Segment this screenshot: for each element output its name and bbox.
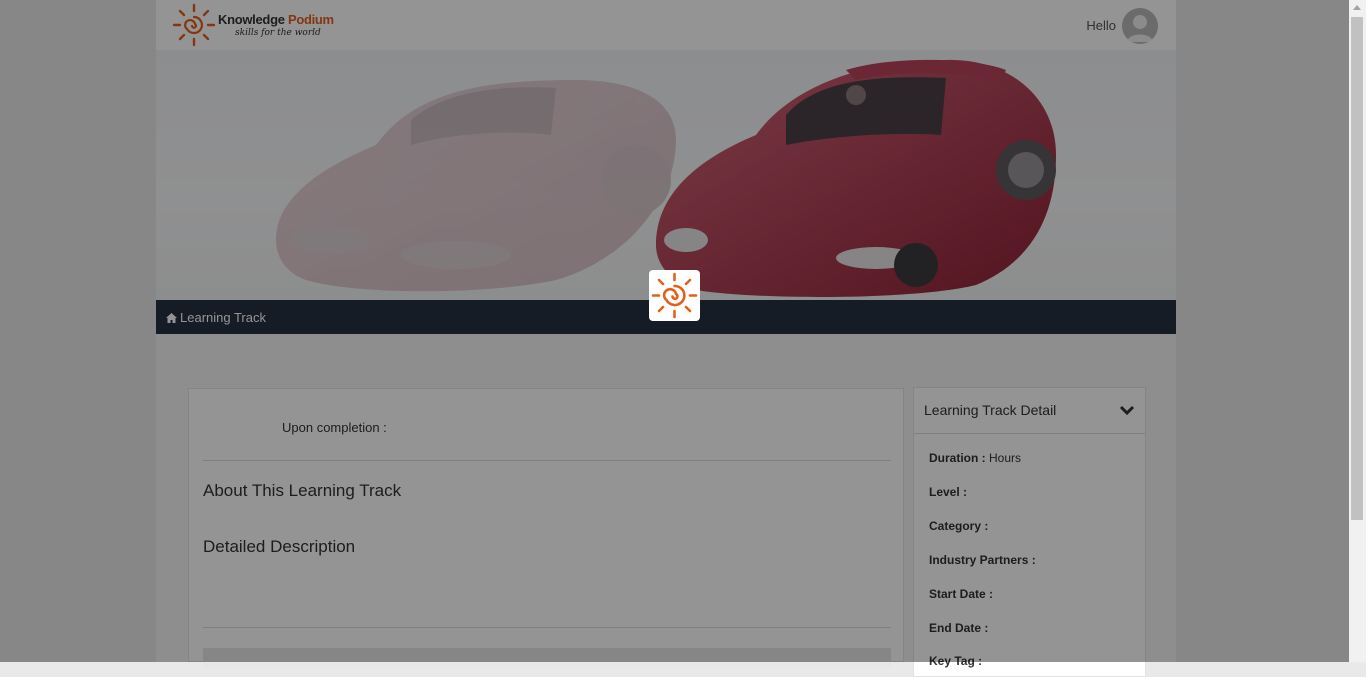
- vertical-scrollbar[interactable]: [1349, 0, 1366, 662]
- scroll-up-arrow-icon[interactable]: [1353, 5, 1361, 10]
- loading-spinner: [649, 270, 700, 321]
- sun-loader-icon: [651, 272, 698, 319]
- scrollbar-thumb[interactable]: [1351, 17, 1363, 520]
- loading-overlay: [0, 0, 1366, 662]
